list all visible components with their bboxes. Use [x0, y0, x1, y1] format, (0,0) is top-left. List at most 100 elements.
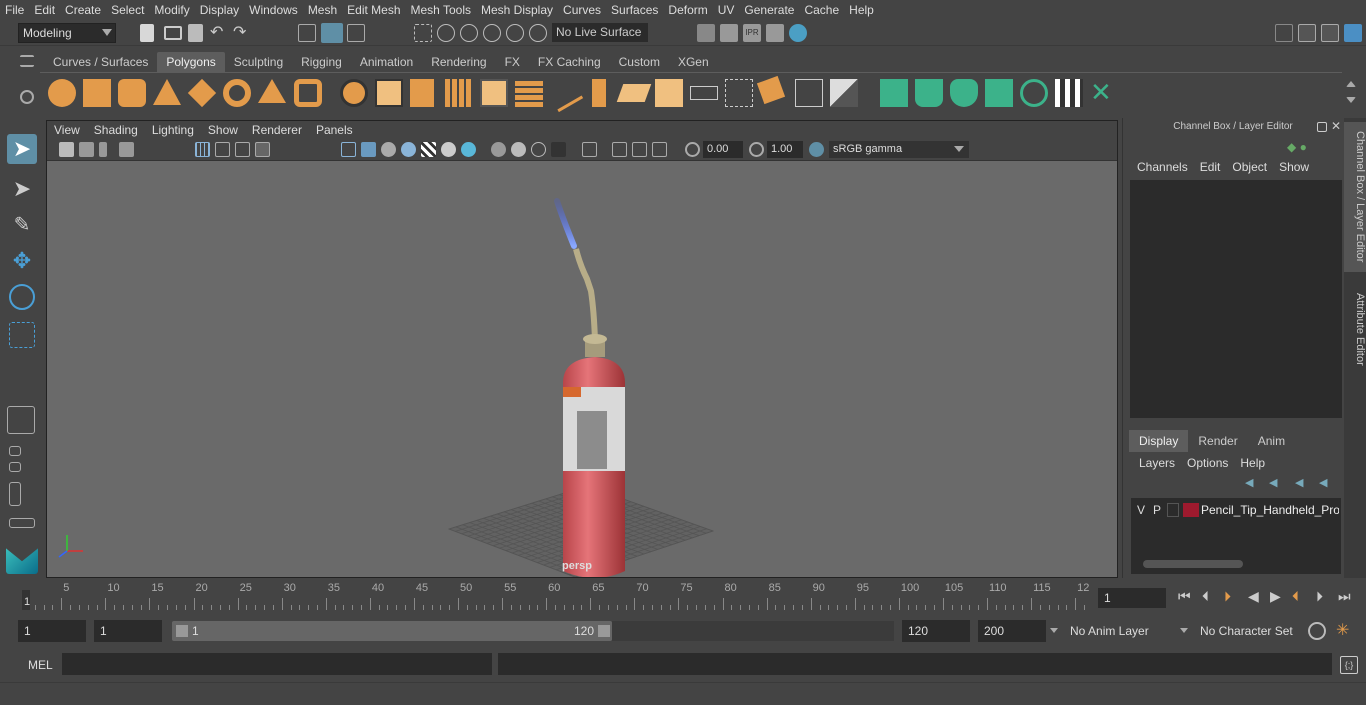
vp-menu-lighting[interactable]: Lighting	[145, 123, 201, 137]
bridge-icon[interactable]	[592, 79, 606, 107]
redo-icon[interactable]: ↷	[233, 24, 251, 42]
layer-playback-toggle[interactable]: P	[1153, 503, 1161, 517]
grease-pencil-icon[interactable]	[632, 142, 647, 157]
sidebar-toggle-icon[interactable]	[1275, 24, 1293, 42]
shelf-scroll-up-icon[interactable]	[1346, 81, 1356, 87]
tab-rigging[interactable]: Rigging	[292, 52, 351, 72]
cb-menu-show[interactable]: Show	[1273, 160, 1315, 174]
command-input[interactable]	[62, 653, 492, 675]
tab-animation[interactable]: Animation	[351, 52, 422, 72]
play-backward-icon[interactable]: ◀	[1248, 588, 1259, 605]
gamma-icon[interactable]	[749, 142, 764, 157]
snap-curve-icon[interactable]	[437, 24, 455, 42]
menu-mesh[interactable]: Mesh	[303, 3, 342, 17]
step-back-key-icon[interactable]: ⏴	[1202, 588, 1209, 605]
bevel-icon[interactable]	[515, 79, 543, 107]
menu-create[interactable]: Create	[60, 3, 106, 17]
tab-display[interactable]: Display	[1129, 430, 1189, 452]
pan-zoom-icon[interactable]	[612, 142, 627, 157]
lasso-tool-icon[interactable]: ➤	[7, 174, 37, 204]
four-pane-icon[interactable]	[9, 462, 21, 472]
go-to-start-icon[interactable]: ⏮	[1178, 588, 1191, 605]
shelf-scroll-down-icon[interactable]	[1346, 97, 1356, 103]
uv-cut-sew-icon[interactable]	[1020, 79, 1048, 107]
ipr-render-icon[interactable]: IPR	[743, 24, 761, 42]
layer-menu-help[interactable]: Help	[1234, 456, 1271, 470]
smooth-shade-all-icon[interactable]	[361, 142, 376, 157]
vp-menu-show[interactable]: Show	[201, 123, 245, 137]
use-lights-icon[interactable]	[401, 142, 416, 157]
single-pane-icon[interactable]	[9, 446, 21, 456]
cb-menu-edit[interactable]: Edit	[1194, 160, 1227, 174]
fill-hole-icon[interactable]	[655, 79, 683, 107]
end-time-field[interactable]: 200	[978, 620, 1046, 642]
script-editor-icon[interactable]: {;}	[1340, 656, 1358, 674]
layer-scrollbar[interactable]	[1143, 560, 1243, 568]
select-object-icon[interactable]	[321, 23, 343, 43]
offset-loop-icon[interactable]	[756, 75, 786, 105]
snap-view-icon[interactable]	[483, 24, 501, 42]
hud-icon[interactable]	[652, 142, 667, 157]
target-weld-icon[interactable]	[690, 86, 718, 100]
move-tool-icon[interactable]: ✥	[7, 246, 37, 276]
camera-select-icon[interactable]	[59, 142, 74, 157]
range-handle-end[interactable]	[598, 625, 610, 637]
menu-modify[interactable]: Modify	[149, 3, 194, 17]
vp-menu-panels[interactable]: Panels	[309, 123, 360, 137]
rotate-tool-icon[interactable]	[9, 284, 35, 310]
isolate-select-icon[interactable]	[491, 142, 506, 157]
new-layer-icon[interactable]: ◀	[1295, 478, 1309, 489]
menu-cache[interactable]: Cache	[799, 3, 844, 17]
poly-sphere-icon[interactable]	[48, 79, 76, 107]
tab-render[interactable]: Render	[1188, 430, 1247, 452]
cmd-language-label[interactable]: MEL	[28, 658, 53, 672]
uv-automatic-icon[interactable]	[985, 79, 1013, 107]
workspace-icon[interactable]	[1298, 24, 1316, 42]
go-to-end-icon[interactable]: ⏭	[1338, 588, 1351, 605]
snap-grid-icon[interactable]	[414, 24, 432, 42]
menu-edit-mesh[interactable]: Edit Mesh	[342, 3, 405, 17]
insert-loop-icon[interactable]	[725, 79, 753, 107]
view-transform-select[interactable]: sRGB gamma	[829, 141, 969, 158]
auto-key-icon[interactable]	[1308, 622, 1326, 640]
shelf-menu-icon[interactable]	[20, 55, 34, 67]
render-frame-icon[interactable]	[720, 24, 738, 42]
current-frame-field[interactable]: 1	[1098, 588, 1166, 608]
vp-menu-shading[interactable]: Shading	[87, 123, 145, 137]
poly-pipe-icon[interactable]	[294, 79, 322, 107]
tab-custom[interactable]: Custom	[610, 52, 669, 72]
layer-name[interactable]: Pencil_Tip_Handheld_Propa	[1201, 503, 1339, 517]
snap-live-icon[interactable]	[529, 24, 547, 42]
close-icon[interactable]: ✕	[1331, 120, 1343, 132]
ambient-occlusion-icon[interactable]	[461, 142, 476, 157]
film-gate-icon[interactable]	[215, 142, 230, 157]
channel-icons[interactable]: ◆ ●	[1287, 140, 1337, 154]
perspective-viewport[interactable]: View Shading Lighting Show Renderer Pane…	[46, 120, 1118, 578]
cb-menu-channels[interactable]: Channels	[1131, 160, 1194, 174]
resolution-gate-icon[interactable]	[235, 142, 250, 157]
character-set-select[interactable]: No Character Set	[1180, 620, 1298, 642]
move-layer-up-icon[interactable]: ◀	[1245, 478, 1259, 489]
layer-visibility-toggle[interactable]: V	[1137, 503, 1145, 517]
bookmark-icon[interactable]	[99, 142, 107, 157]
range-handle-start[interactable]	[176, 625, 188, 637]
range-slider[interactable]: 1 120	[172, 621, 612, 641]
uv-planar-icon[interactable]	[880, 79, 908, 107]
xray-icon[interactable]	[421, 142, 436, 157]
uv-spherical-icon[interactable]	[950, 79, 978, 107]
menu-select[interactable]: Select	[106, 3, 149, 17]
step-forward-key-icon[interactable]: ⏵	[1316, 588, 1323, 605]
poly-plane-icon[interactable]	[187, 78, 217, 108]
anim-layer-select[interactable]: No Anim Layer	[1050, 620, 1164, 642]
paint-select-icon[interactable]: ✎	[7, 210, 37, 240]
move-layer-down-icon[interactable]: ◀	[1269, 478, 1283, 489]
poly-torus-icon[interactable]	[223, 79, 251, 107]
layer-menu-layers[interactable]: Layers	[1133, 456, 1181, 470]
tab-channel-box-layer-editor[interactable]: Channel Box / Layer Editor	[1344, 122, 1366, 272]
select-tool-icon[interactable]: ➤	[7, 134, 37, 164]
menu-generate[interactable]: Generate	[739, 3, 799, 17]
uv-editor-icon[interactable]	[1055, 79, 1083, 107]
snap-point-icon[interactable]	[460, 24, 478, 42]
exposure-icon[interactable]	[685, 142, 700, 157]
layer-row[interactable]: V P Pencil_Tip_Handheld_Propa	[1131, 500, 1341, 520]
